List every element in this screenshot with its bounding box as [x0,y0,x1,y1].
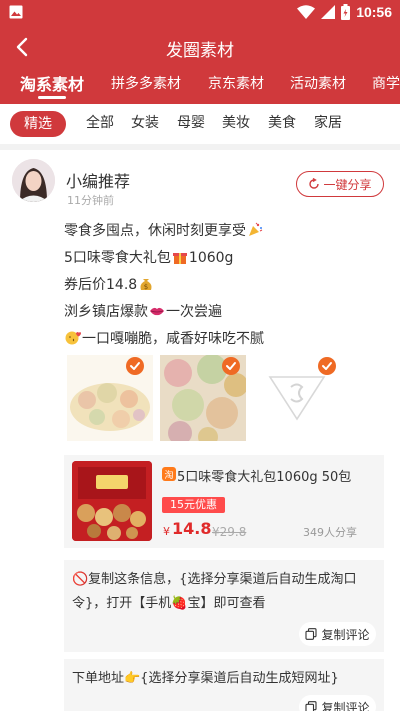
post-line-1: 零食多囤点，休闲时刻更享受 [64,220,264,240]
tab-pinduoduo[interactable]: 拼多多素材 [111,73,181,93]
product-image[interactable] [72,461,152,541]
product-title: 5口味零食大礼包1060g 50包 [177,470,352,485]
svg-text:$: $ [144,283,148,291]
taobao-badge-icon: 淘 [162,467,176,481]
thumb-3-selected-check-icon[interactable] [318,357,336,375]
signal-icon [321,5,336,19]
svg-text:淘: 淘 [164,469,173,481]
copy-icon [305,701,318,711]
post-line-4: 浏乡镇店爆款 一次尝遍 [64,304,222,320]
tab-activity[interactable]: 活动素材 [290,73,346,93]
status-bar: 10:56 [0,0,400,24]
filter-all[interactable]: 全部 [86,112,114,132]
image-icon [9,5,23,19]
category-tabs: 淘系素材 拼多多素材 京东素材 活动素材 商学 [0,70,400,104]
copy-comment-label-1: 复制评论 [321,627,370,642]
lips-icon [150,307,164,316]
post-line-5: 一口嘎嘣脆，咸香好味吃不腻 [64,328,264,348]
coupon-badge: 15元优惠 [162,497,225,513]
filter-beauty[interactable]: 美妆 [222,112,250,132]
thumb-2-selected-check-icon[interactable] [222,357,240,375]
original-price: ¥29.8 [212,525,247,539]
filter-featured[interactable]: 精选 [10,111,66,137]
tab-indicator [38,96,66,99]
party-popper-icon [249,222,263,236]
status-time: 10:56 [356,4,392,20]
comment-text-2[interactable]: 下单地址👉{选择分享渠道后自动生成短网址} [72,667,376,691]
tab-taobao[interactable]: 淘系素材 [20,71,84,95]
coupon-price: 14.8 [172,519,212,538]
filter-food[interactable]: 美食 [268,112,296,132]
tab-business-school[interactable]: 商学 [372,73,400,93]
filter-womens[interactable]: 女装 [131,112,159,132]
wifi-icon [297,5,316,19]
comment-box-1: 🚫复制这条信息，{选择分享渠道后自动生成淘口令}，打开【手机🍓宝】即可查看 复制… [64,560,384,652]
filter-home[interactable]: 家居 [314,112,342,132]
comment-text-1[interactable]: 🚫复制这条信息，{选择分享渠道后自动生成淘口令}，打开【手机🍓宝】即可查看 [72,568,376,616]
product-card[interactable]: 淘 5口味零食大礼包1060g 50包 15元优惠 ¥ 14.8 ¥29.8 3… [64,455,384,548]
post-line-3: 券后价14.8 $ [64,274,155,294]
one-click-share-button[interactable]: 一键分享 [296,171,384,197]
filter-bar: 精选 全部 女装 母婴 美妆 美食 家居 [0,104,400,144]
money-bag-icon: $ [140,279,152,291]
thumb-1-selected-check-icon[interactable] [126,357,144,375]
post-time: 11分钟前 [67,194,114,207]
page-title: 发圈素材 [166,41,234,61]
price-symbol: ¥ [163,525,170,538]
share-button-label: 一键分享 [323,177,372,192]
app-bar: 发圈素材 [0,24,400,70]
avatar[interactable] [12,159,55,202]
author-name: 小编推荐 [66,172,131,191]
copy-comment-label-2: 复制评论 [321,700,370,711]
tab-jd[interactable]: 京东素材 [208,73,264,93]
share-count: 349人分享 [303,526,357,539]
post-line-2: 5口味零食大礼包 1060g [64,250,234,266]
copy-comment-button-1[interactable]: 复制评论 [299,622,376,646]
post-card: 小编推荐 11分钟前 一键分享 零食多囤点，休闲时刻更享受 5口味零食大礼包 10… [0,150,400,711]
filter-baby[interactable]: 母婴 [177,112,205,132]
copy-comment-button-2[interactable]: 复制评论 [299,695,376,711]
battery-icon [341,4,351,20]
comment-box-2: 下单地址👉{选择分享渠道后自动生成短网址} 复制评论 [64,659,384,711]
blowing-kiss-icon [65,331,81,345]
share-icon [309,178,320,189]
gift-icon [172,253,187,264]
copy-icon [305,628,318,640]
